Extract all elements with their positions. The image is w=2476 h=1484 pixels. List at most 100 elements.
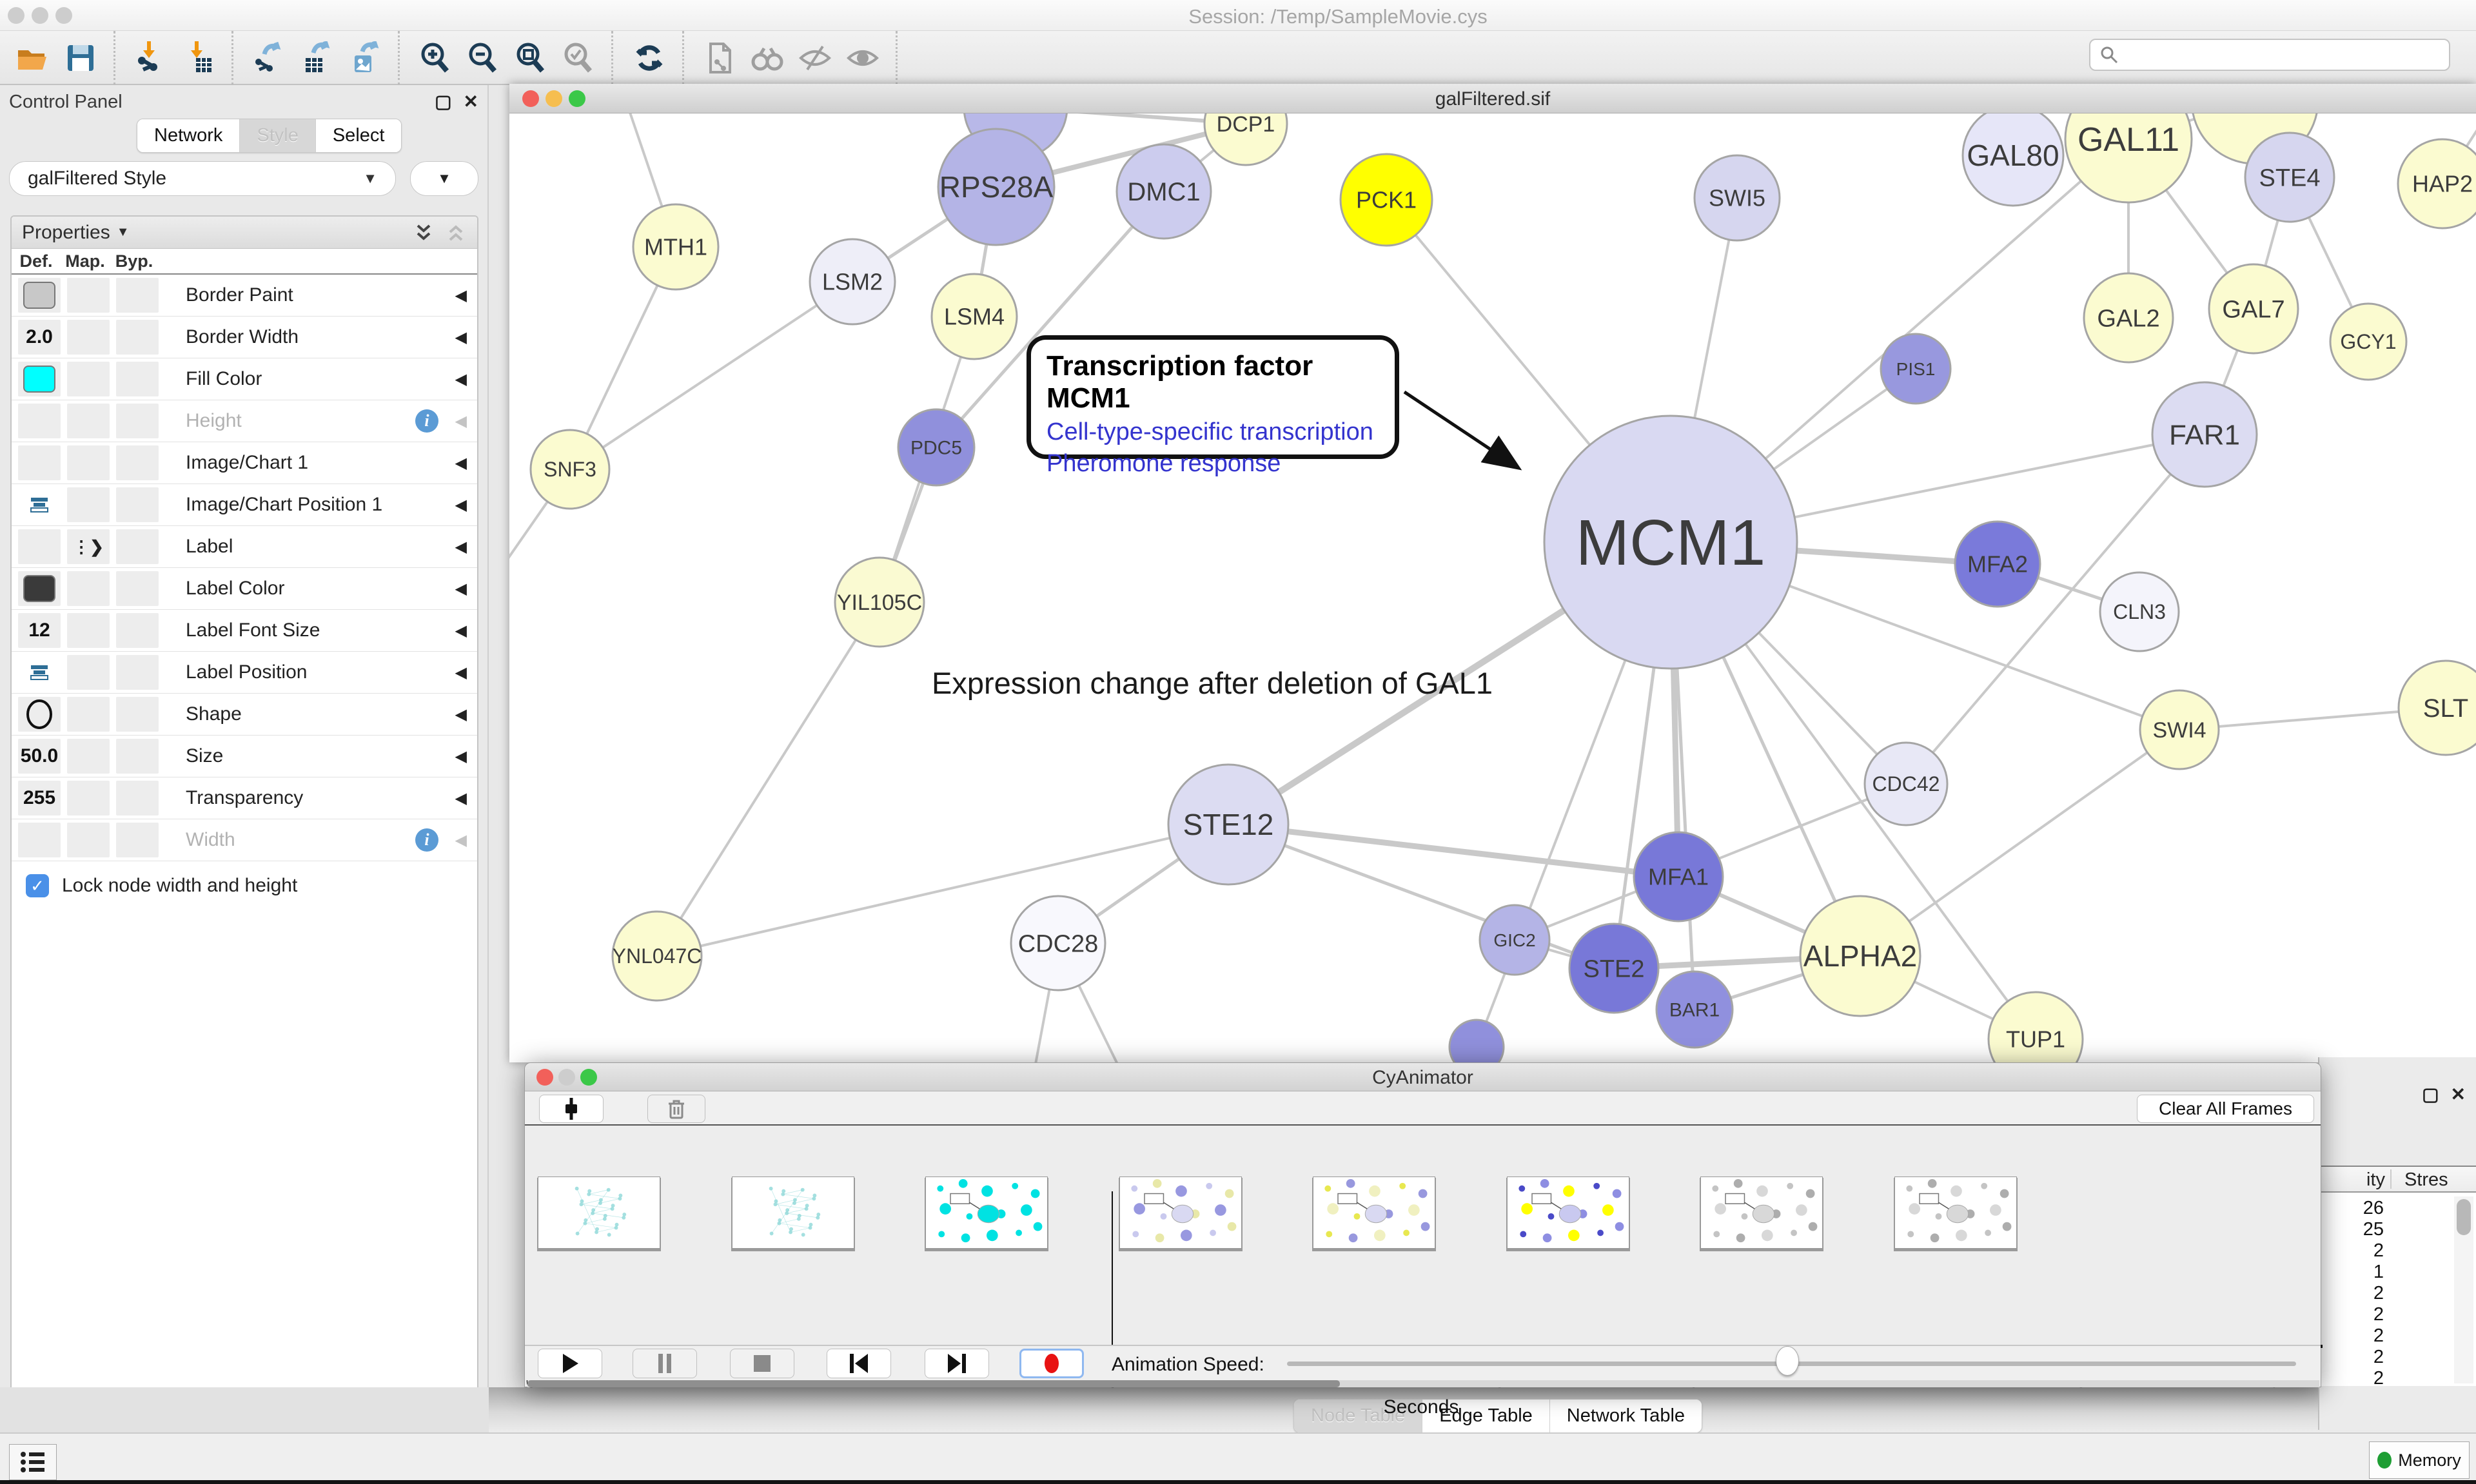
frame-thumbnail-2[interactable] [732, 1176, 854, 1249]
network-node-STE4[interactable]: STE4 [2245, 133, 2334, 222]
collapse-all-icon[interactable] [445, 222, 467, 244]
network-node-MFA2[interactable]: MFA2 [1955, 522, 2040, 607]
search-input[interactable] [2089, 39, 2450, 71]
expand-row-icon[interactable]: ◀ [455, 412, 467, 431]
network-annotation[interactable]: Transcription factor MCM1 Cell-type-spec… [1027, 335, 1399, 459]
default-value-cell[interactable] [18, 278, 61, 313]
timeline-horizontal-scrollbar[interactable] [527, 1380, 2319, 1387]
import-network-button[interactable] [127, 34, 175, 82]
network-node-CLN3[interactable]: CLN3 [2100, 572, 2179, 651]
bypass-cell[interactable] [116, 362, 159, 396]
property-row-border-paint[interactable]: Border Paint◀ [12, 275, 477, 317]
network-node-ALPHA2[interactable]: ALPHA2 [1800, 896, 1920, 1016]
property-row-size[interactable]: 50.0Size◀ [12, 736, 477, 777]
properties-header[interactable]: Properties ▼ [12, 217, 477, 249]
export-network-button[interactable] [246, 34, 293, 82]
mapping-cell[interactable] [67, 613, 110, 648]
open-session-button[interactable] [9, 34, 57, 82]
network-node-smallPurple[interactable] [1449, 1020, 1504, 1062]
network-node-YNL047C[interactable]: YNL047C [613, 912, 702, 1001]
mapping-cell[interactable] [67, 487, 110, 522]
network-node-STE12[interactable]: STE12 [1168, 765, 1288, 884]
default-value-cell[interactable] [18, 655, 61, 690]
expand-row-icon[interactable]: ◀ [455, 580, 467, 598]
checkbox-checked-icon[interactable]: ✓ [26, 874, 49, 897]
expand-row-icon[interactable]: ◀ [455, 621, 467, 640]
annotation-link-1[interactable]: Cell-type-specific transcription [1046, 418, 1379, 446]
bypass-cell[interactable] [116, 739, 159, 774]
network-edge[interactable] [570, 282, 852, 469]
frame-thumbnail-8[interactable] [1894, 1176, 2017, 1249]
network-node-GAL11[interactable]: GAL11 [2065, 113, 2192, 202]
expand-row-icon[interactable]: ◀ [455, 831, 467, 850]
zoom-selected-button[interactable] [555, 34, 602, 82]
search-network-button[interactable] [743, 34, 791, 82]
expand-row-icon[interactable]: ◀ [455, 663, 467, 682]
zoom-out-button[interactable] [459, 34, 507, 82]
network-node-CDC28[interactable]: CDC28 [1011, 896, 1105, 990]
mapping-cell[interactable] [67, 278, 110, 313]
table-vertical-scrollbar[interactable] [2454, 1196, 2473, 1383]
tab-select[interactable]: Select [316, 119, 402, 152]
bypass-cell[interactable] [116, 697, 159, 732]
default-value-cell[interactable] [18, 823, 61, 857]
network-node-MTH1[interactable]: MTH1 [633, 204, 718, 289]
info-icon[interactable]: i [415, 409, 438, 433]
annotation-link-2[interactable]: Pheromone response [1046, 450, 1379, 478]
expand-row-icon[interactable]: ◀ [455, 789, 467, 808]
column-header-centrality[interactable]: ity [2319, 1169, 2385, 1191]
network-node-GIC2[interactable]: GIC2 [1480, 905, 1549, 975]
network-node-SNF3[interactable]: SNF3 [531, 430, 609, 509]
default-value-cell[interactable] [18, 697, 61, 732]
network-node-DCP1[interactable]: DCP1 [1204, 113, 1287, 165]
default-value-cell[interactable]: 255 [18, 781, 61, 815]
expand-row-icon[interactable]: ◀ [455, 286, 467, 305]
network-node-DMC1[interactable]: DMC1 [1117, 144, 1211, 239]
network-node-YIL105C[interactable]: YIL105C [835, 558, 924, 647]
close-panel-icon[interactable]: ✕ [2451, 1086, 2466, 1104]
maximize-window-icon[interactable] [55, 7, 72, 24]
network-window-titlebar[interactable]: galFiltered.sif [509, 84, 2476, 113]
expand-row-icon[interactable]: ◀ [455, 328, 467, 347]
import-table-button[interactable] [175, 34, 222, 82]
mapping-cell[interactable] [67, 823, 110, 857]
close-window-icon[interactable] [8, 7, 25, 24]
play-button[interactable] [538, 1349, 602, 1378]
zoom-fit-button[interactable] [507, 34, 555, 82]
property-row-image-chart-position-1[interactable]: Image/Chart Position 1◀ [12, 484, 477, 526]
frame-thumbnail-1[interactable] [538, 1176, 660, 1249]
bypass-cell[interactable] [116, 529, 159, 564]
bypass-cell[interactable] [116, 320, 159, 355]
add-frame-button[interactable] [539, 1095, 604, 1123]
mapping-cell[interactable] [67, 362, 110, 396]
zoom-in-button[interactable] [411, 34, 459, 82]
show-panels-button[interactable] [9, 1444, 57, 1480]
network-node-HAP2[interactable]: HAP2 [2398, 139, 2476, 228]
default-value-cell[interactable]: 2.0 [18, 320, 61, 355]
mapping-cell[interactable]: ⋮❯ [67, 529, 110, 564]
property-row-height[interactable]: Heighti◀ [12, 400, 477, 442]
frame-thumbnail-6[interactable] [1507, 1176, 1629, 1249]
network-node-BAR1[interactable]: BAR1 [1656, 971, 1733, 1048]
network-node-TUP1[interactable]: TUP1 [1989, 992, 2083, 1062]
style-options-button[interactable]: ▼ [410, 161, 478, 196]
frame-thumbnail-4[interactable] [1119, 1176, 1242, 1249]
property-row-image-chart-1[interactable]: Image/Chart 1◀ [12, 442, 477, 484]
float-panel-icon[interactable]: ▢ [2422, 1086, 2439, 1104]
network-node-FAR1[interactable]: FAR1 [2152, 382, 2257, 487]
slider-thumb[interactable] [1776, 1346, 1799, 1376]
lock-node-size-row[interactable]: ✓ Lock node width and height [12, 861, 477, 897]
property-row-fill-color[interactable]: Fill Color◀ [12, 358, 477, 400]
network-node-CDC42[interactable]: CDC42 [1865, 743, 1947, 825]
property-row-label-color[interactable]: Label Color◀ [12, 568, 477, 610]
property-row-shape[interactable]: Shape◀ [12, 694, 477, 736]
previous-frame-button[interactable] [827, 1349, 891, 1378]
mapping-cell[interactable] [67, 781, 110, 815]
save-session-button[interactable] [57, 34, 104, 82]
default-value-cell[interactable] [18, 571, 61, 606]
mapping-cell[interactable] [67, 655, 110, 690]
network-node-PDC5[interactable]: PDC5 [898, 409, 974, 485]
bypass-cell[interactable] [116, 655, 159, 690]
tab-style[interactable]: Style [240, 119, 315, 152]
mapping-cell[interactable] [67, 404, 110, 438]
